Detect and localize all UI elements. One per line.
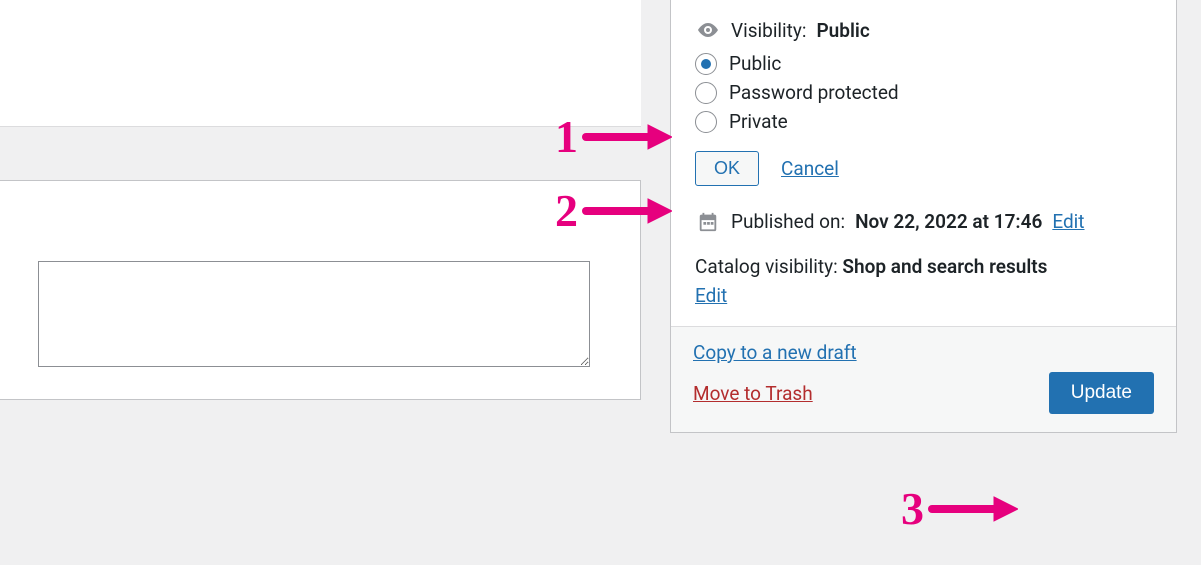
arrow-icon: [924, 494, 1018, 524]
visibility-row: Visibility: Public: [695, 18, 1152, 42]
eye-icon: [695, 18, 721, 42]
ok-button[interactable]: OK: [695, 151, 759, 186]
visibility-label: Visibility:: [731, 19, 806, 42]
annotation-number-3: 3: [901, 482, 924, 535]
catalog-visibility-row: Catalog visibility: Shop and search resu…: [695, 253, 1152, 310]
publish-footer: Copy to a new draft Move to Trash Update: [671, 326, 1176, 432]
publish-sidebar: Visibility: Public Public Password prote…: [670, 0, 1177, 433]
move-to-trash-link[interactable]: Move to Trash: [693, 382, 813, 405]
radio-label-public: Public: [729, 52, 781, 75]
update-button[interactable]: Update: [1049, 372, 1154, 414]
visibility-actions: OK Cancel: [695, 151, 1152, 186]
published-value: Nov 22, 2022 at 17:46: [855, 210, 1042, 233]
radio-password-protected[interactable]: Password protected: [695, 81, 1152, 104]
visibility-value: Public: [816, 19, 869, 42]
radio-label-private: Private: [729, 110, 788, 133]
radio-input-password[interactable]: [695, 82, 717, 104]
radio-private[interactable]: Private: [695, 110, 1152, 133]
annotation-3: 3: [901, 482, 1018, 535]
calendar-icon: [695, 211, 721, 233]
content-textarea[interactable]: [38, 261, 590, 367]
edit-published-link[interactable]: Edit: [1052, 210, 1084, 233]
visibility-radio-group: Public Password protected Private: [695, 52, 1152, 133]
cancel-link[interactable]: Cancel: [781, 157, 839, 180]
published-label: Published on:: [731, 210, 845, 233]
edit-catalog-link[interactable]: Edit: [695, 284, 727, 307]
radio-label-password: Password protected: [729, 81, 899, 104]
catalog-value: Shop and search results: [842, 255, 1047, 278]
radio-input-public[interactable]: [695, 53, 717, 75]
footer-actions: Move to Trash Update: [693, 372, 1154, 414]
radio-input-private[interactable]: [695, 111, 717, 133]
published-row: Published on: Nov 22, 2022 at 17:46 Edit: [695, 210, 1152, 233]
copy-to-draft-link[interactable]: Copy to a new draft: [693, 341, 857, 364]
content-panel-top: [0, 0, 641, 127]
radio-public[interactable]: Public: [695, 52, 1152, 75]
catalog-label: Catalog visibility:: [695, 255, 838, 278]
publishing-options: Visibility: Public Public Password prote…: [671, 0, 1176, 326]
main-content-area: [0, 0, 641, 565]
